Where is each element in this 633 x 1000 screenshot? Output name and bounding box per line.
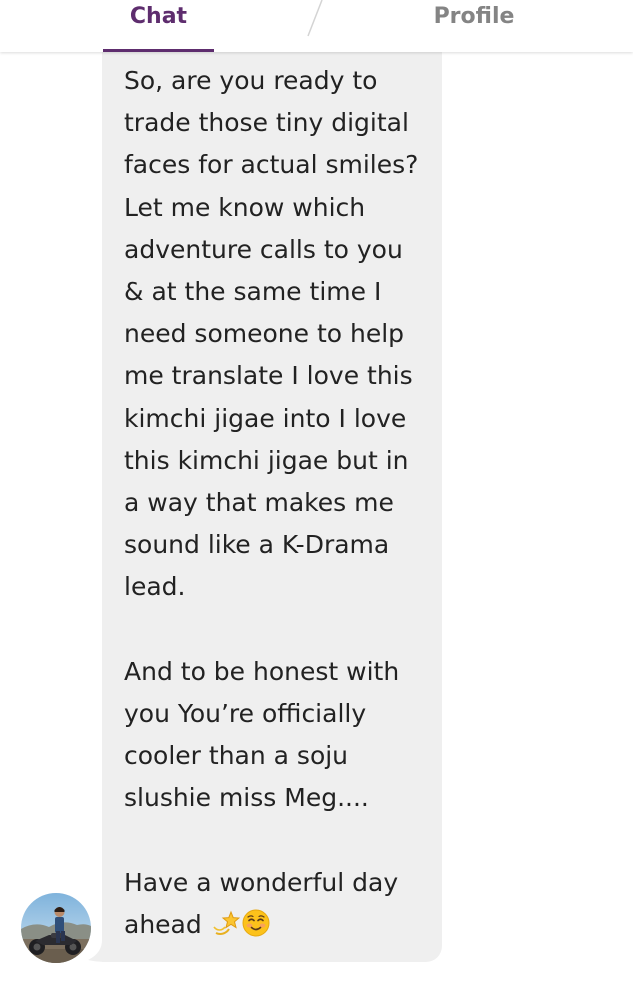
dizzy-star-icon	[213, 910, 240, 935]
tab-profile-label: Profile	[433, 4, 515, 29]
sender-avatar[interactable]	[21, 893, 91, 963]
message-paragraph-2: And to be honest with you You’re officia…	[124, 656, 400, 813]
tab-divider	[307, 0, 323, 37]
message-paragraph-1: So, are you ready to trade those tiny di…	[124, 66, 419, 602]
tab-chat[interactable]: Chat	[103, 0, 214, 52]
tab-chat-label: Chat	[129, 4, 188, 29]
message-paragraph-3: Have a wonderful day ahead	[124, 862, 429, 946]
bubble-tail	[88, 940, 112, 962]
active-tab-indicator	[103, 49, 214, 52]
smiling-face-icon	[242, 909, 270, 937]
message-text: So, are you ready to trade those tiny di…	[124, 60, 429, 946]
avatar-photo	[21, 893, 91, 963]
tab-profile[interactable]: Profile	[415, 0, 533, 52]
chat-header: Chat Profile	[0, 0, 633, 52]
